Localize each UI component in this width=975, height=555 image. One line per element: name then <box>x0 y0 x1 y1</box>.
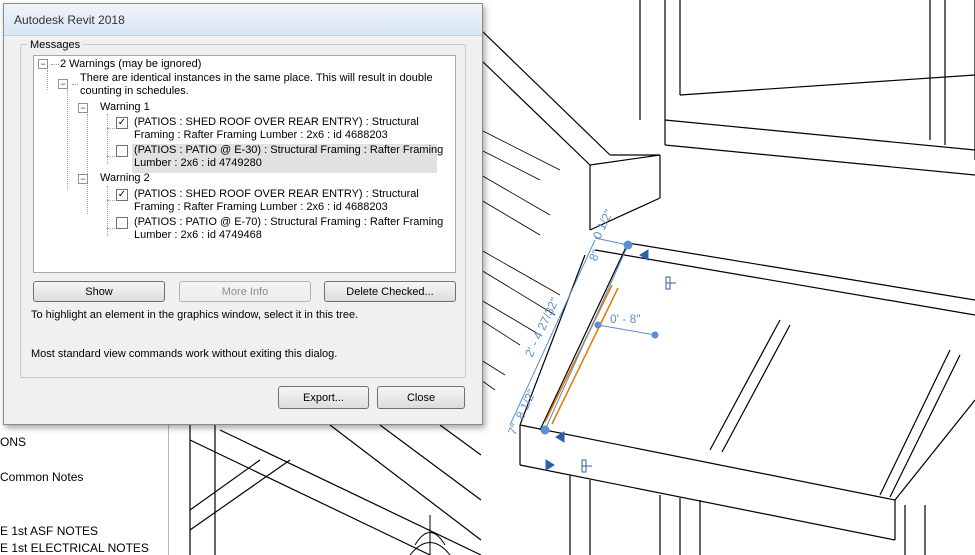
browser-item[interactable]: E 1st ELECTRICAL NOTES <box>0 541 149 555</box>
messages-group: Messages − 2 Warnings (may be ignored) −… <box>20 39 466 378</box>
warnings-tree[interactable]: − 2 Warnings (may be ignored) − There ar… <box>33 55 456 273</box>
dimension-label-4: 2' - 4 27/32" <box>522 295 562 359</box>
dimension-label-1: 0 1/2" <box>590 207 616 241</box>
browser-item[interactable]: Common Notes <box>0 470 83 484</box>
close-button[interactable]: Close <box>377 386 465 409</box>
warning-description-cont: counting in schedules. <box>80 85 189 97</box>
dialog-title: Autodesk Revit 2018 <box>14 13 125 27</box>
shed-roof <box>519 242 975 541</box>
tree-root-label[interactable]: 2 Warnings (may be ignored) <box>60 58 201 71</box>
warning-2-item-2-checkbox[interactable] <box>116 217 128 229</box>
show-button[interactable]: Show <box>33 281 165 302</box>
warning-1-label[interactable]: Warning 1 <box>100 101 150 114</box>
highlight-hint: To highlight an element in the graphics … <box>31 309 359 321</box>
messages-group-label: Messages <box>27 39 84 51</box>
warning-1-item-2[interactable]: (PATIOS : PATIO @ E-30) : Structural Fra… <box>134 144 443 157</box>
warning-description[interactable]: There are identical instances in the sam… <box>80 72 433 85</box>
dialog-titlebar[interactable]: Autodesk Revit 2018 <box>4 4 482 36</box>
collapse-icon[interactable]: − <box>38 59 48 69</box>
warning-2-label[interactable]: Warning 2 <box>100 172 150 185</box>
browser-item[interactable]: E 1st ASF NOTES <box>0 524 98 538</box>
warnings-dialog: Autodesk Revit 2018 Messages − 2 Warning… <box>3 3 483 425</box>
newel-post <box>409 515 451 555</box>
warning-1-item-1-checkbox[interactable]: ✓ <box>116 117 128 129</box>
warning-1-item-1[interactable]: (PATIOS : SHED ROOF OVER REAR ENTRY) : S… <box>134 116 419 129</box>
dimension-label-2: 8" <box>586 247 603 263</box>
collapse-icon[interactable]: − <box>58 79 68 89</box>
export-button[interactable]: Export... <box>278 386 369 409</box>
browser-item[interactable]: ONS <box>0 435 26 449</box>
warning-2-item-1-checkbox[interactable]: ✓ <box>116 189 128 201</box>
warning-1-item-2-cont: Lumber : 2x6 : id 4749280 <box>134 157 262 169</box>
warning-1-item-2-checkbox[interactable] <box>116 145 128 157</box>
warning-2-item-2-cont: Lumber : 2x6 : id 4749468 <box>134 229 262 241</box>
project-browser-panel: ONS Common Notes E 1st ASF NOTES E 1st E… <box>0 425 169 555</box>
more-info-button[interactable]: More Info <box>179 281 311 302</box>
collapse-icon[interactable]: − <box>78 103 88 113</box>
upper-roof-edge <box>480 29 661 231</box>
dimension-label-3: 0' - 8" <box>610 312 641 326</box>
warning-2-item-1[interactable]: (PATIOS : SHED ROOF OVER REAR ENTRY) : S… <box>134 188 419 201</box>
grip-arrow-icon <box>545 459 555 471</box>
warning-2-item-2[interactable]: (PATIOS : PATIO @ E-70) : Structural Fra… <box>134 216 443 229</box>
collapse-icon[interactable]: − <box>78 174 88 184</box>
warning-2-item-1-cont: Framing : Rafter Framing Lumber : 2x6 : … <box>134 201 388 213</box>
warning-1-item-1-cont: Framing : Rafter Framing Lumber : 2x6 : … <box>134 129 388 141</box>
window-frame <box>639 0 975 176</box>
lower-frame <box>189 420 926 555</box>
dimension-label-5: 8 1/2" <box>513 387 539 421</box>
delete-checked-button[interactable]: Delete Checked... <box>324 281 456 302</box>
view-commands-hint: Most standard view commands work without… <box>31 348 338 360</box>
